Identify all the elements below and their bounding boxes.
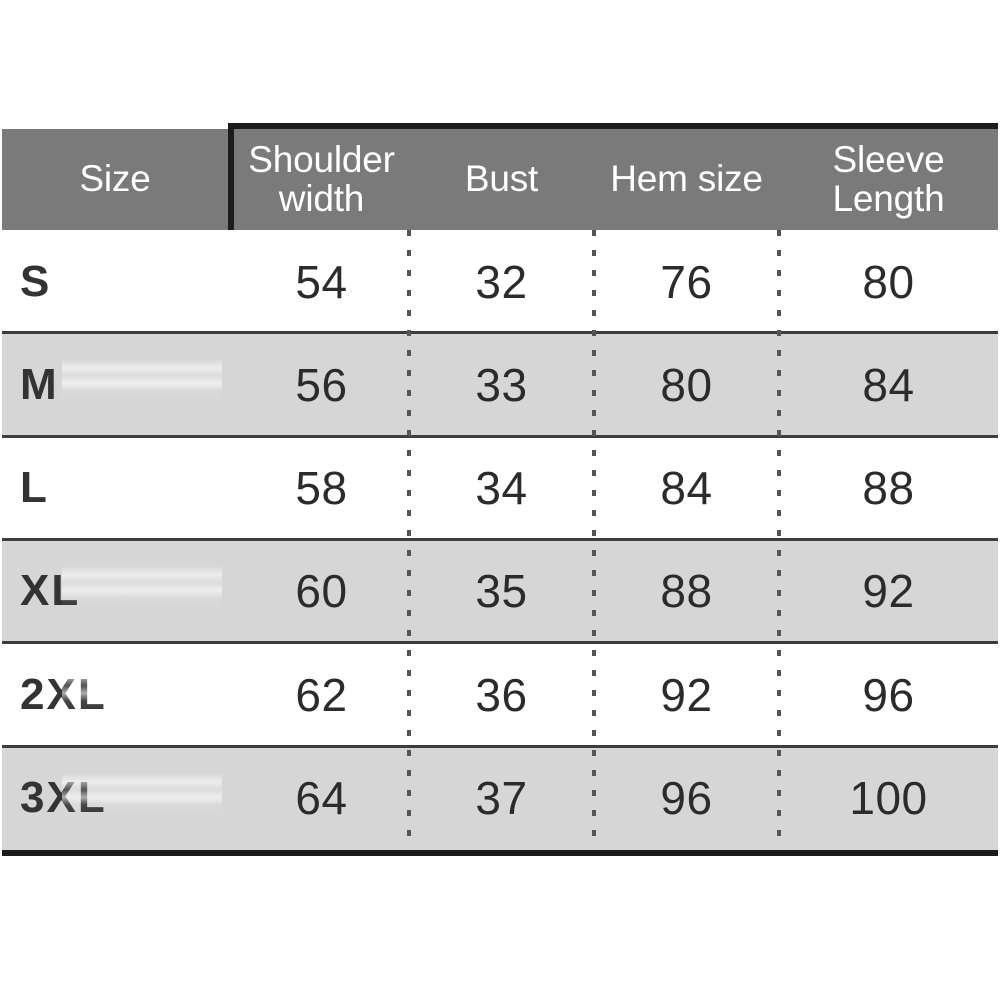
column-header-hem-size: Hem size: [594, 129, 779, 230]
cell-value: 34: [475, 462, 528, 515]
row-size-label: M: [2, 333, 228, 436]
cell-value: 76: [660, 255, 713, 308]
cell-bust: 35: [409, 540, 594, 643]
cell-hem-size: 80: [594, 333, 779, 436]
cell-value: 35: [475, 565, 528, 618]
cell-value: 56: [295, 358, 348, 411]
column-header-bust: Bust: [409, 129, 594, 230]
cell-value: 92: [862, 565, 915, 618]
cell-value: 54: [295, 255, 348, 308]
cell-shoulder-width: 64: [234, 747, 409, 850]
row-size-label: 3XL: [2, 747, 228, 850]
cell-shoulder-width: 54: [234, 230, 409, 333]
column-header-size-label: Size: [79, 158, 151, 200]
cell-value: 62: [295, 668, 348, 721]
row-size-label: 2XL: [2, 643, 228, 746]
cell-hem-size: 76: [594, 230, 779, 333]
cell-shoulder-width: 58: [234, 437, 409, 540]
row-size-value: L: [20, 463, 49, 513]
cell-hem-size: 92: [594, 643, 779, 746]
cell-hem-size: 88: [594, 540, 779, 643]
column-header-shoulder-width-label: Shoulder width: [248, 138, 395, 219]
row-size-label: S: [2, 230, 228, 333]
cell-value: 58: [295, 462, 348, 515]
cell-sleeve-length: 96: [779, 643, 998, 746]
column-header-bust-label: Bust: [464, 158, 539, 200]
row-size-label: L: [2, 437, 228, 540]
cell-value: 60: [295, 565, 348, 618]
cell-sleeve-length: 88: [779, 437, 998, 540]
cell-value: 37: [475, 772, 528, 824]
cell-value: 84: [862, 358, 915, 411]
cell-value: 96: [660, 772, 713, 824]
column-header-shoulder-width: Shoulder width: [234, 129, 409, 230]
table-frame-bottom: [2, 850, 998, 856]
row-size-value: XL: [20, 566, 81, 616]
cell-bust: 36: [409, 643, 594, 746]
size-chart: Size Shoulder width Bust Hem size Sleeve…: [0, 0, 1001, 1001]
cell-shoulder-width: 62: [234, 643, 409, 746]
cell-value: 88: [862, 462, 915, 515]
cell-sleeve-length: 92: [779, 540, 998, 643]
cell-value: 80: [660, 358, 713, 411]
cell-value: 84: [660, 462, 713, 515]
row-size-value: S: [20, 256, 52, 306]
row-size-value: 2XL: [20, 669, 107, 719]
column-header-hem-size-label: Hem size: [610, 158, 763, 200]
cell-bust: 34: [409, 437, 594, 540]
row-size-value: M: [20, 359, 59, 409]
cell-shoulder-width: 60: [234, 540, 409, 643]
cell-value: 36: [475, 668, 528, 721]
cell-value: 80: [862, 255, 915, 308]
cell-value: 96: [862, 668, 915, 721]
cell-hem-size: 96: [594, 747, 779, 850]
column-header-sleeve-length-label: Sleeve Length: [832, 138, 945, 219]
cell-value: 100: [849, 772, 928, 824]
cell-bust: 32: [409, 230, 594, 333]
column-header-size: Size: [2, 129, 228, 230]
column-separator-1: [407, 230, 411, 850]
cell-bust: 33: [409, 333, 594, 436]
column-header-sleeve-length: Sleeve Length: [779, 129, 998, 230]
cell-value: 64: [295, 772, 348, 824]
cell-hem-size: 84: [594, 437, 779, 540]
cell-sleeve-length: 100: [779, 747, 998, 850]
cell-value: 33: [475, 358, 528, 411]
column-separator-2: [592, 230, 596, 850]
cell-value: 32: [475, 255, 528, 308]
cell-value: 92: [660, 668, 713, 721]
row-size-label: XL: [2, 540, 228, 643]
column-separator-3: [777, 230, 781, 850]
cell-bust: 37: [409, 747, 594, 850]
cell-value: 88: [660, 565, 713, 618]
cell-sleeve-length: 84: [779, 333, 998, 436]
cell-shoulder-width: 56: [234, 333, 409, 436]
cell-sleeve-length: 80: [779, 230, 998, 333]
row-size-value: 3XL: [20, 773, 107, 822]
